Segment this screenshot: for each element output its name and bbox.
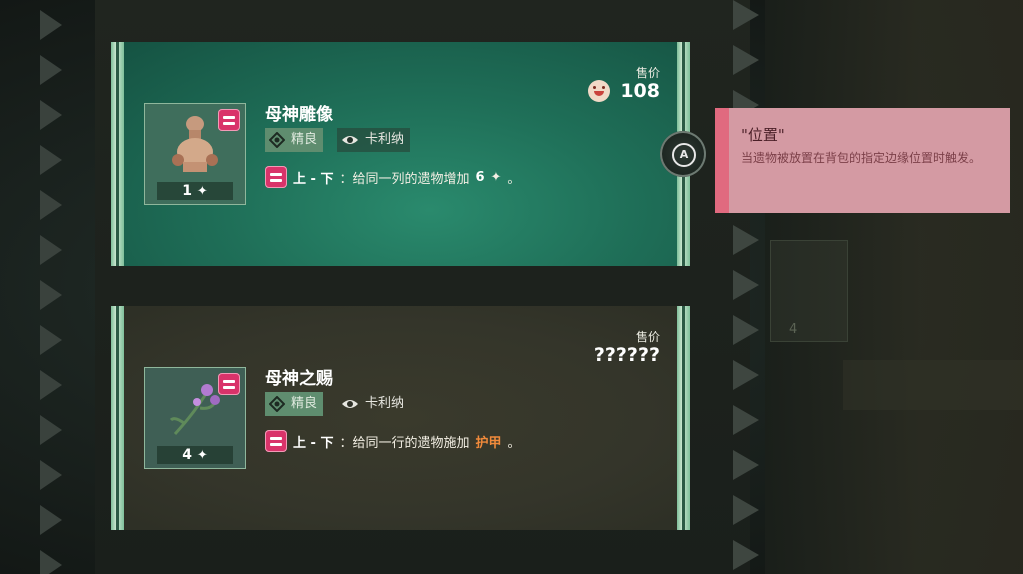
rarity-icon <box>269 132 285 148</box>
price-label: 售价 <box>635 66 660 80</box>
position-badge-icon <box>265 166 287 188</box>
middle-triangle-border <box>733 0 759 570</box>
card-rail-right <box>677 306 690 530</box>
shop-item-card-2[interactable]: 4 ✦ 母神之赐 精良 卡利纳 上 - 下：给同一行的遗物施加 护甲。 售价 ??… <box>111 306 690 530</box>
tooltip-title: "位置" <box>741 126 785 144</box>
price: 108 <box>588 80 660 102</box>
relic-name: 母神之赐 <box>265 369 333 389</box>
rarity-tag: 精良 <box>265 392 324 416</box>
a-button-label: A <box>672 143 696 167</box>
sparkle-icon: ✦ <box>196 184 208 199</box>
position-badge-icon <box>218 373 240 395</box>
relic-count: 4 ✦ <box>157 446 233 464</box>
position-badge-icon <box>265 430 287 452</box>
relic-effect: 上 - 下：给同一列的遗物增加 6 ✦。 <box>265 166 520 188</box>
relic-name: 母神雕像 <box>265 105 333 125</box>
rarity-tag: 精良 <box>265 128 324 152</box>
relic-icon-box: 1 ✦ <box>144 103 246 205</box>
coin-face-icon <box>588 80 611 102</box>
keyword-tooltip: "位置" 当遗物被放置在背包的指定边缘位置时触发。 <box>715 108 1010 213</box>
position-badge-icon <box>218 109 240 131</box>
tooltip-body: 当遗物被放置在背包的指定边缘位置时触发。 <box>741 151 982 165</box>
backpack-slot-count: 4 <box>789 322 798 337</box>
backpack-shelf <box>843 360 1023 410</box>
price-label: 售价 <box>635 330 660 344</box>
price: ?????? <box>593 344 660 366</box>
backpack-slot-item[interactable]: 4 <box>770 240 848 342</box>
left-triangle-border <box>40 10 62 574</box>
character-tag: 卡利纳 <box>337 128 411 152</box>
card-rail-left <box>111 306 124 530</box>
character-tag: 卡利纳 <box>337 392 410 416</box>
a-button-icon[interactable]: A <box>660 131 706 177</box>
sparkle-icon: ✦ <box>196 448 208 463</box>
eye-character-icon <box>342 136 358 144</box>
sparkle-icon: ✦ <box>490 169 502 185</box>
relic-count: 1 ✦ <box>157 182 233 200</box>
card-rail-left <box>111 42 124 266</box>
relic-icon-box: 4 ✦ <box>144 367 246 469</box>
eye-character-icon <box>342 400 358 408</box>
rarity-icon <box>269 396 285 412</box>
shop-item-card-1[interactable]: 1 ✦ 母神雕像 精良 卡利纳 上 - 下：给同一列的遗物增加 6 ✦。 售价 1… <box>111 42 690 266</box>
relic-effect: 上 - 下：给同一行的遗物施加 护甲。 <box>265 430 521 452</box>
